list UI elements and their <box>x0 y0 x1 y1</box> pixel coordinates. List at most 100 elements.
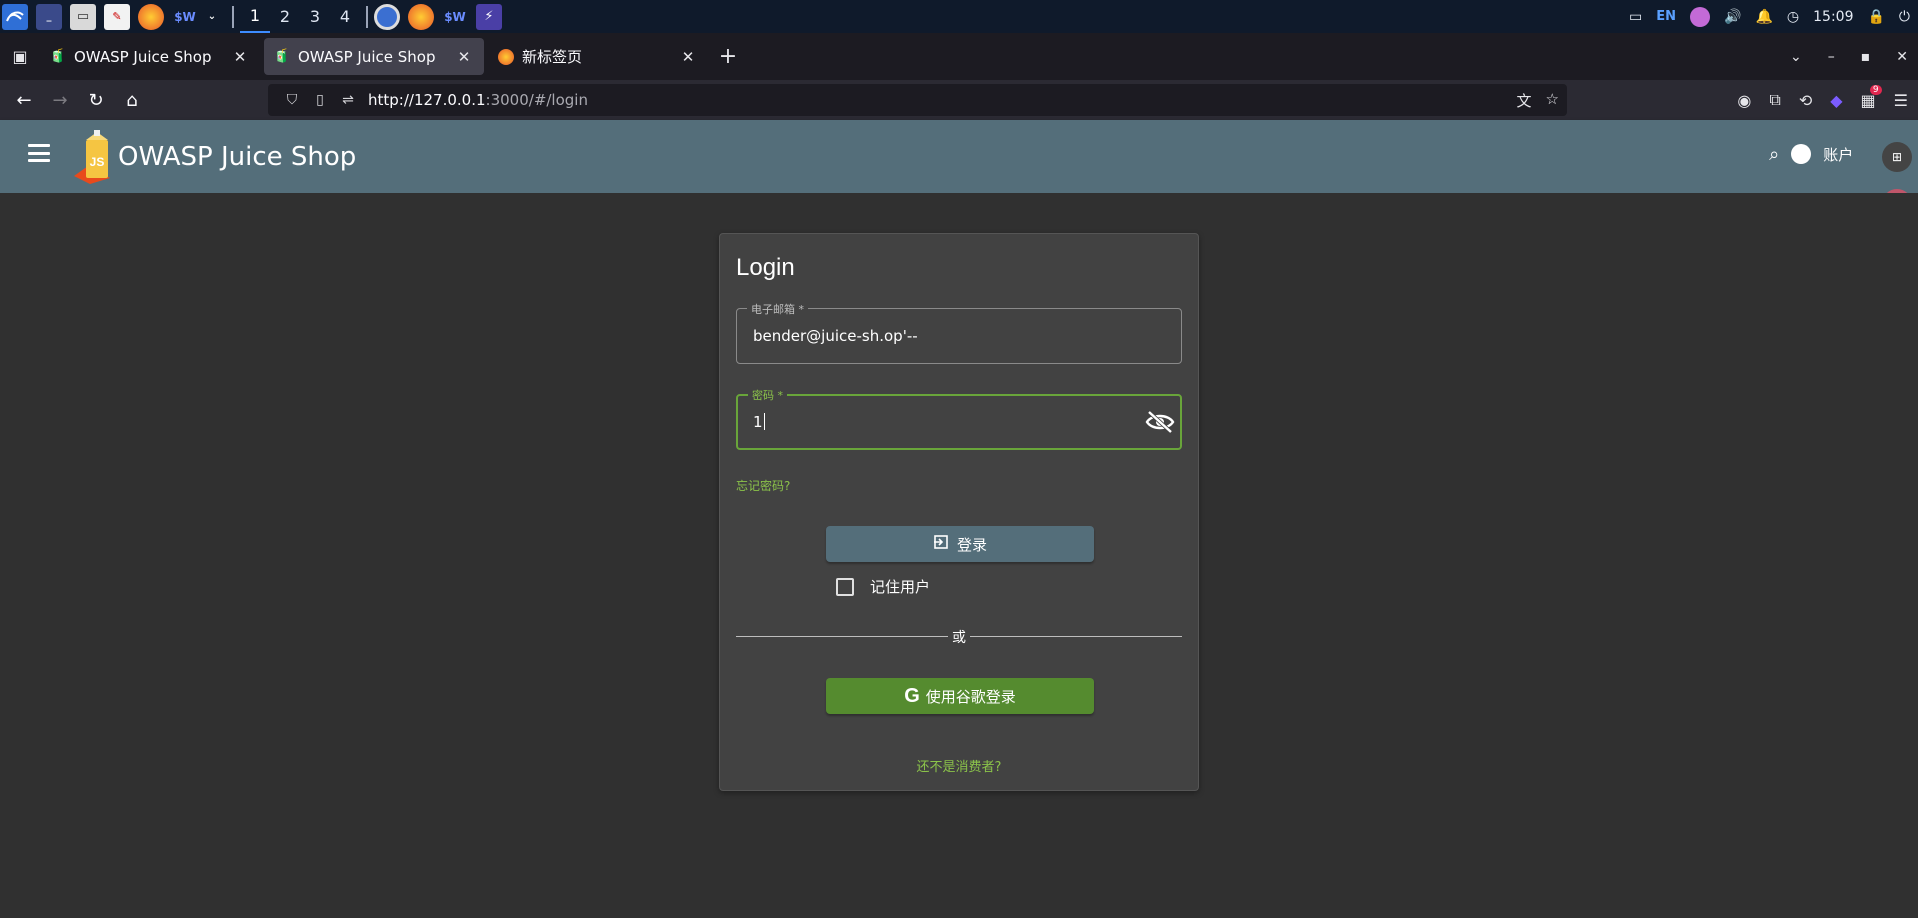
google-login-button[interactable]: G 使用谷歌登录 <box>826 678 1094 714</box>
notification-bell-icon[interactable]: 🔔 <box>1755 9 1772 25</box>
new-tab-button[interactable]: + <box>712 41 744 73</box>
password-label: 密码 * <box>748 387 787 403</box>
shield-icon[interactable]: ⛉ <box>278 92 306 108</box>
keyboard-layout[interactable]: EN <box>1656 9 1676 24</box>
permissions-icon[interactable]: ⇌ <box>334 92 362 108</box>
tab-title: OWASP Juice Shop <box>298 47 436 66</box>
app-title[interactable]: OWASP Juice Shop <box>118 142 356 172</box>
close-tab-icon[interactable]: ✕ <box>230 48 250 66</box>
app-toolbar: JS OWASP Juice Shop ⌕ 账户 ⊕ <box>0 120 1918 193</box>
volume-icon[interactable]: 🔊 <box>1724 9 1741 25</box>
translate-icon[interactable]: 文 <box>1517 90 1532 111</box>
chevron-down-icon[interactable]: ⌄ <box>206 4 218 30</box>
display-icon[interactable]: ▭ <box>1629 9 1642 25</box>
close-tab-icon[interactable]: ✕ <box>454 48 474 66</box>
account-button[interactable]: 账户 <box>1823 144 1853 165</box>
email-label: 电子邮箱 * <box>747 301 808 317</box>
taskbar-separator <box>366 5 368 28</box>
browser-tab-strip: ▣ 🧃 OWASP Juice Shop ✕ 🧃 OWASP Juice Sho… <box>0 33 1918 80</box>
forward-arrow-icon[interactable]: → <box>42 84 78 116</box>
login-button-label: 登录 <box>956 535 987 554</box>
login-button[interactable]: 登录 <box>826 526 1094 562</box>
browser-toolbar-icons: ◉ ⧉ ⟲ ◆ ▦ 9 ☰ <box>1737 80 1908 120</box>
or-text: 或 <box>952 630 966 646</box>
translate-extension-icon[interactable]: ⟲ <box>1799 91 1812 110</box>
proxy-extension-icon[interactable]: ◆ <box>1830 91 1842 110</box>
logo-text: JS <box>90 155 105 169</box>
extension-badge-icon[interactable]: ▦ 9 <box>1861 84 1882 110</box>
or-divider: 或 <box>736 627 1182 647</box>
os-taskbar: _ ▭ ✎ $W ⌄ 1 2 3 4 $W ⚡ ▭ EN 🔊 🔔 ◷ 15:09… <box>0 0 1918 33</box>
files-icon[interactable]: ▭ <box>70 3 96 30</box>
reload-icon[interactable]: ↻ <box>78 84 114 116</box>
taskbar-separator <box>232 5 234 28</box>
firefox-icon[interactable] <box>138 3 164 30</box>
login-enter-icon <box>933 534 949 554</box>
address-bar[interactable]: ⛉ ▯ ⇌ http://127.0.0.1:3000/#/login 文 ☆ <box>268 84 1567 116</box>
system-tray: ▭ EN 🔊 🔔 ◷ 15:09 🔒 ⏻ <box>1629 0 1910 33</box>
chromium-icon[interactable] <box>374 3 400 30</box>
firefox-favicon-icon <box>498 48 514 65</box>
login-card: Login 电子邮箱 * bender@juice-sh.op'-- 密码 * … <box>719 233 1199 791</box>
password-field[interactable]: 密码 * 1 <box>736 387 1182 450</box>
bookmark-star-icon[interactable]: ☆ <box>1546 90 1559 111</box>
extensions-icon[interactable]: ⧉ <box>1769 90 1780 110</box>
maximize-icon[interactable]: ▪ <box>1861 49 1871 65</box>
burp-icon[interactable]: ⚡ <box>476 3 502 30</box>
floating-apps-icon[interactable]: ⊞ <box>1882 142 1912 172</box>
url-path: :3000/#/login <box>485 91 588 109</box>
workspace-1[interactable]: 1 <box>240 0 270 33</box>
remember-me-label[interactable]: 记住用户 <box>870 576 930 597</box>
browser-navigation-bar: ← → ↻ ⌂ ⛉ ▯ ⇌ http://127.0.0.1:3000/#/lo… <box>0 80 1918 120</box>
remember-me[interactable]: 记住用户 <box>836 576 930 597</box>
juice-shop-logo[interactable]: JS <box>70 130 118 184</box>
close-tab-icon[interactable]: ✕ <box>678 48 698 66</box>
kali-menu-icon[interactable] <box>2 3 28 30</box>
remember-me-checkbox[interactable] <box>836 577 854 596</box>
juice-shop-favicon-icon: 🧃 <box>273 49 291 64</box>
forgot-password-link[interactable]: 忘记密码? <box>736 477 790 494</box>
shell-icon[interactable]: $W <box>172 4 198 30</box>
workspace-4[interactable]: 4 <box>330 0 360 33</box>
clock-time[interactable]: 15:09 <box>1813 9 1853 25</box>
password-input-wrapper[interactable]: 1 <box>753 413 765 431</box>
account-icon[interactable]: ◉ <box>1737 91 1751 110</box>
workspace-3[interactable]: 3 <box>300 0 330 33</box>
close-window-icon[interactable]: ✕ <box>1896 49 1908 65</box>
tab-title: 新标签页 <box>522 48 583 66</box>
email-input[interactable]: bender@juice-sh.op'-- <box>753 327 918 345</box>
divider-line <box>736 636 948 637</box>
password-input[interactable]: 1 <box>753 413 763 431</box>
menu-icon[interactable]: ☰ <box>1894 91 1908 110</box>
google-login-label: 使用谷歌登录 <box>925 687 1016 706</box>
home-icon[interactable]: ⌂ <box>114 84 150 116</box>
cat-icon[interactable] <box>1690 6 1711 27</box>
juice-shop-favicon-icon: 🧃 <box>49 49 67 64</box>
minimize-icon[interactable]: – <box>1828 49 1835 65</box>
firefox-running-icon[interactable] <box>408 3 434 30</box>
back-arrow-icon[interactable]: ← <box>6 84 42 116</box>
visibility-off-icon[interactable] <box>1144 408 1176 436</box>
tab-title: OWASP Juice Shop <box>74 47 212 66</box>
power-icon[interactable]: ⏻ <box>1899 9 1910 25</box>
text-caret <box>763 413 765 430</box>
sidenav-menu-icon[interactable] <box>28 144 50 162</box>
account-circle-icon[interactable] <box>1791 144 1812 164</box>
list-all-tabs-icon[interactable]: ⌄ <box>1790 49 1802 65</box>
page-icon[interactable]: ▯ <box>306 92 334 108</box>
tab-juice-shop-2[interactable]: 🧃 OWASP Juice Shop ✕ <box>264 38 484 75</box>
text-editor-icon[interactable]: ✎ <box>104 3 130 30</box>
terminal-icon[interactable]: _ <box>36 3 62 30</box>
workspace-2[interactable]: 2 <box>270 0 300 33</box>
divider-line <box>970 636 1182 637</box>
google-icon: G <box>904 684 920 707</box>
tab-new-tab[interactable]: 新标签页 ✕ <box>488 38 708 75</box>
shell-running-icon[interactable]: $W <box>442 4 468 30</box>
tab-overview-icon[interactable]: ▣ <box>0 33 40 80</box>
url-host: http://127.0.0.1 <box>368 91 486 109</box>
register-link[interactable]: 还不是消费者? <box>720 756 1198 775</box>
email-field[interactable]: 电子邮箱 * bender@juice-sh.op'-- <box>736 301 1182 364</box>
lock-icon[interactable]: 🔒 <box>1867 9 1884 25</box>
search-icon[interactable]: ⌕ <box>1769 144 1779 165</box>
tab-juice-shop-1[interactable]: 🧃 OWASP Juice Shop ✕ <box>40 38 260 75</box>
